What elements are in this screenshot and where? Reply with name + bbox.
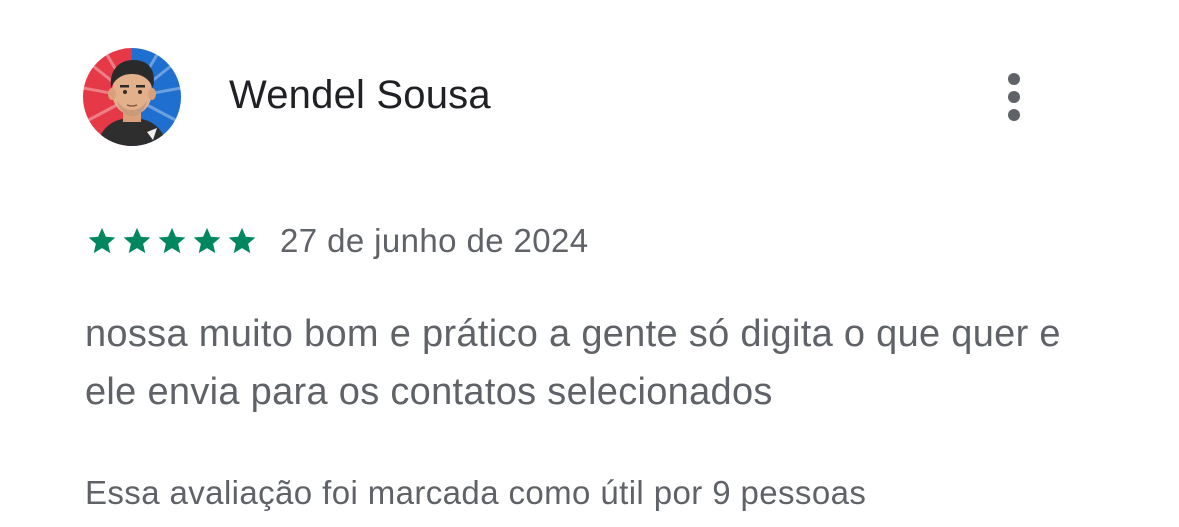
avatar[interactable] xyxy=(83,48,181,146)
avatar-image xyxy=(83,48,181,146)
star-icon xyxy=(226,225,258,257)
star-icon xyxy=(156,225,188,257)
reviewer-name: Wendel Sousa xyxy=(229,73,491,117)
star-icon xyxy=(191,225,223,257)
star-icon xyxy=(121,225,153,257)
review-card: Wendel Sousa 27 de junho de 2024 nossa m… xyxy=(0,0,1179,527)
review-rating: 27 de junho de 2024 xyxy=(86,222,589,259)
helpful-count-text: Essa avaliação foi marcada como útil por… xyxy=(85,474,867,511)
star-icon xyxy=(86,225,118,257)
review-text: nossa muito bom e prático a gente só dig… xyxy=(85,313,1061,413)
more-options-button[interactable] xyxy=(994,66,1034,128)
star-rating xyxy=(86,225,258,257)
review-date: 27 de junho de 2024 xyxy=(280,222,589,259)
